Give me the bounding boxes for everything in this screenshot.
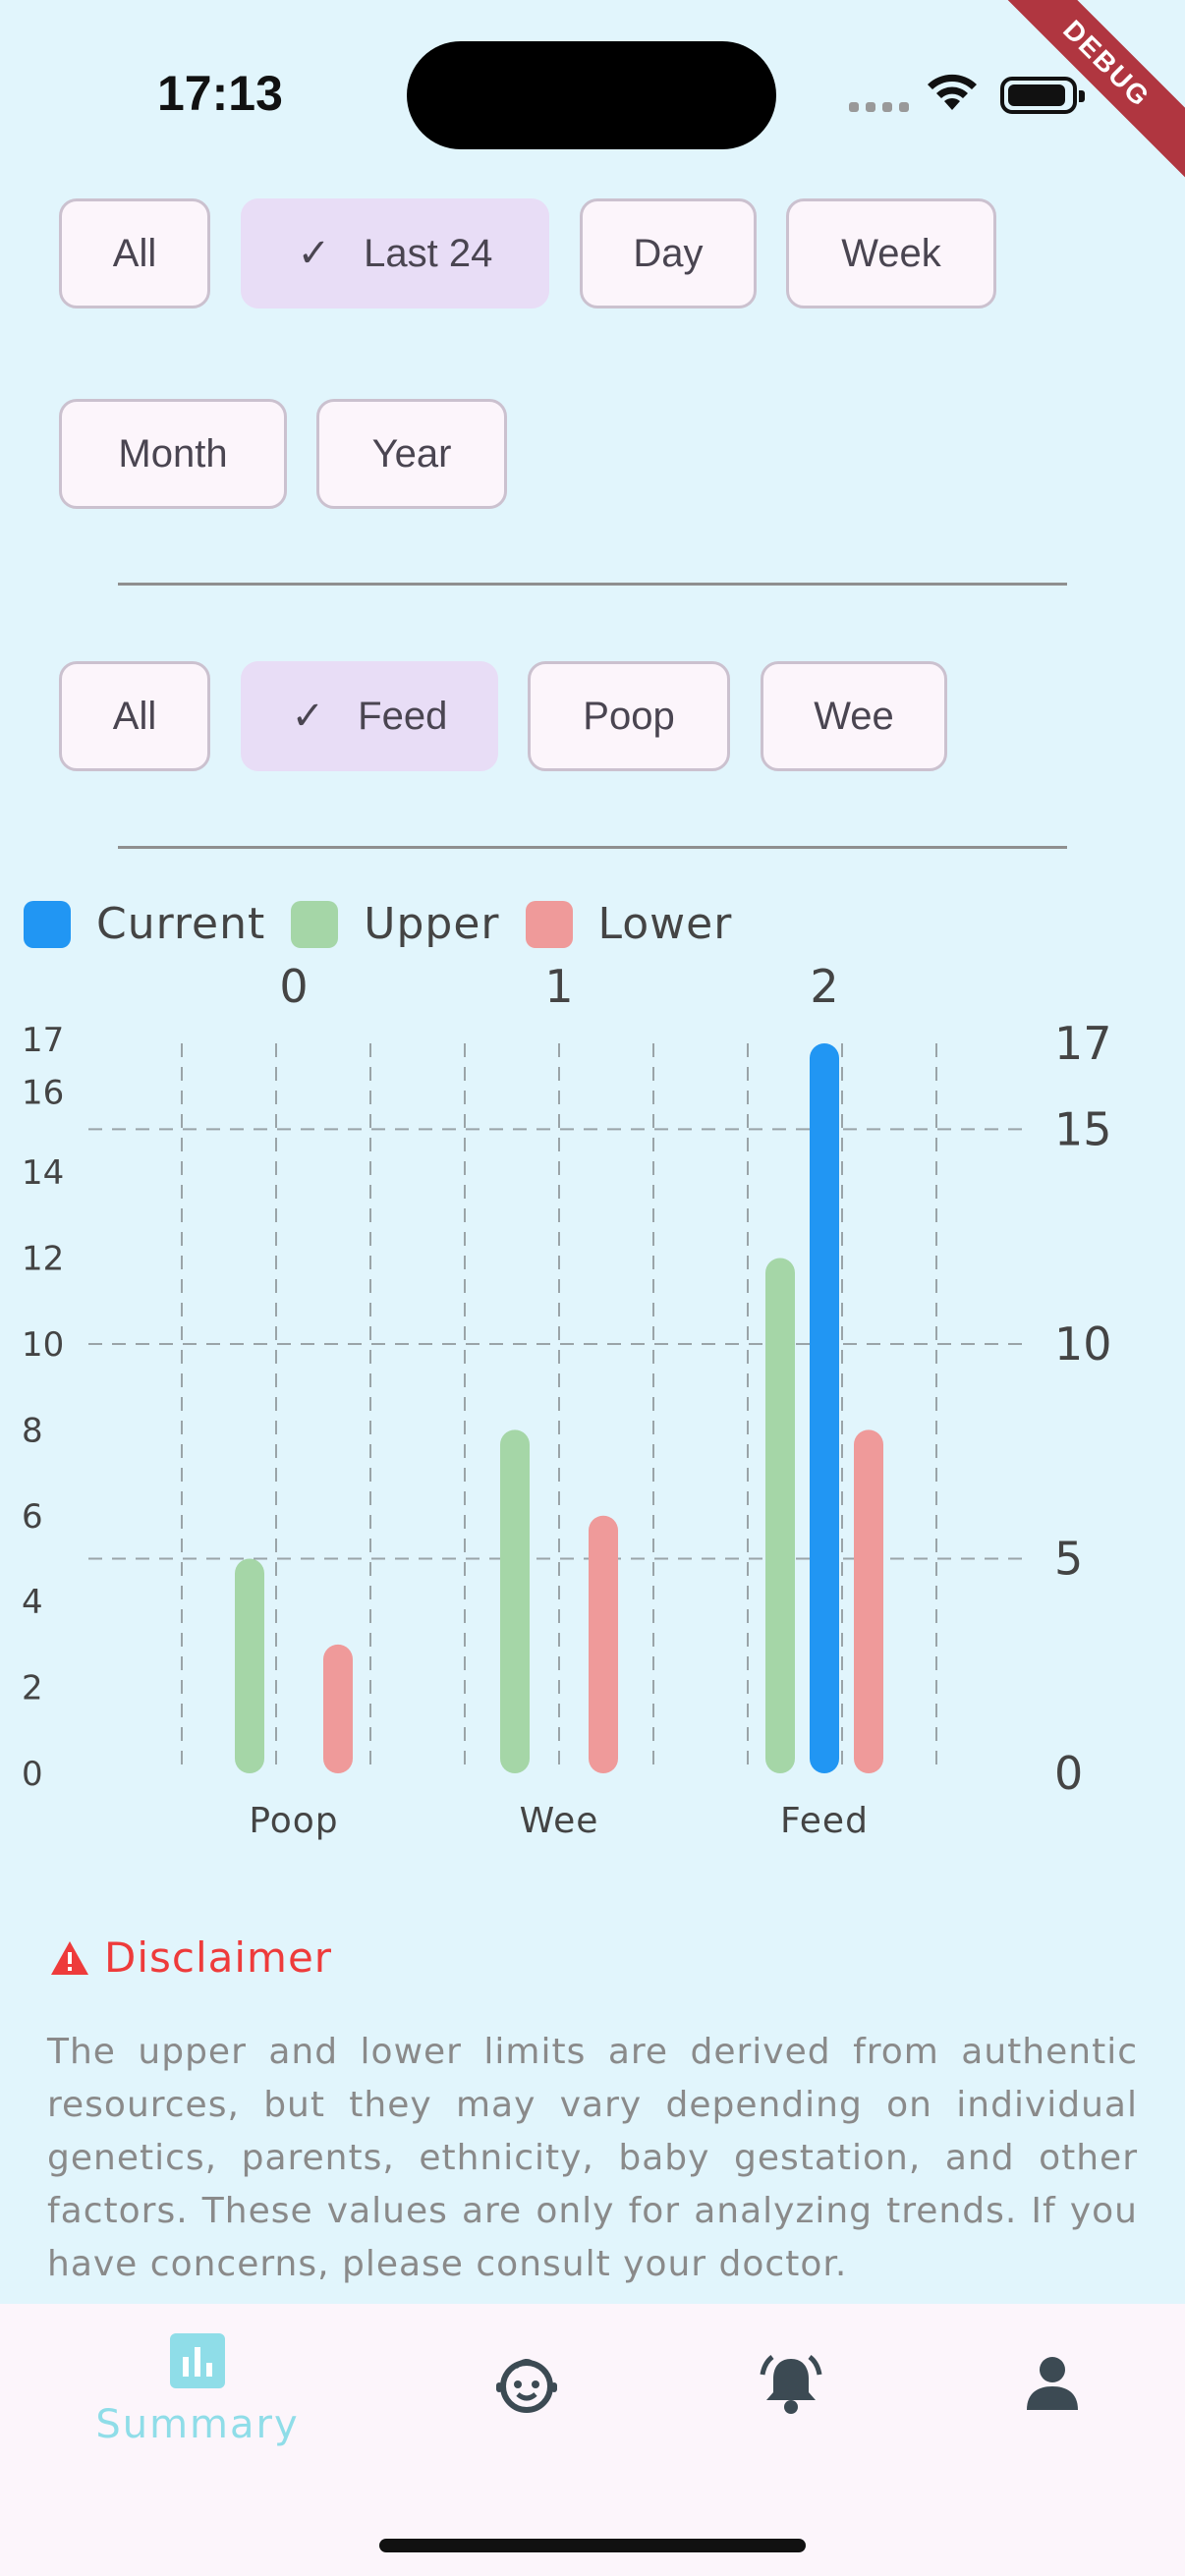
chip-label: Day — [633, 231, 704, 275]
disclaimer-heading: Disclaimer — [49, 1933, 332, 1982]
y-axis-right-tick: 5 — [1054, 1532, 1083, 1585]
y-axis-left-tick: 12 — [22, 1240, 64, 1279]
chip-label: Year — [371, 431, 452, 476]
filter-chip-time-month[interactable]: Month — [59, 399, 287, 509]
bar-upper-wee — [500, 1429, 530, 1773]
home-indicator — [379, 2539, 806, 2552]
nav-item-summary[interactable]: Summary — [95, 2333, 298, 2447]
bar-upper-feed — [765, 1258, 795, 1773]
chip-label: Last 24 — [364, 231, 493, 275]
warning-icon — [51, 1940, 88, 1975]
bar-upper-poop — [235, 1558, 264, 1773]
person-icon — [1027, 2357, 1078, 2410]
legend-swatch-upper — [291, 900, 339, 948]
disclaimer-text: The upper and lower limits are derived f… — [47, 2032, 1138, 2284]
baby-face-icon — [496, 2359, 557, 2413]
bar-lower-feed — [854, 1429, 883, 1773]
y-axis-left-tick: 17 — [22, 1021, 64, 1060]
y-axis-left-tick: 6 — [22, 1497, 43, 1537]
filter-chip-time-last-24[interactable]: ✓ Last 24 — [241, 198, 549, 308]
x-axis-category-label: Wee — [520, 1801, 599, 1841]
y-axis-left-tick: 16 — [22, 1074, 64, 1113]
disclaimer-title: Disclaimer — [104, 1933, 333, 1982]
check-icon: ✓ — [297, 232, 331, 275]
divider — [118, 583, 1067, 586]
y-axis-right-tick: 15 — [1054, 1102, 1112, 1155]
chip-label: Feed — [358, 694, 448, 738]
y-axis-right-tick: 17 — [1054, 1017, 1112, 1070]
filter-chip-type-poop[interactable]: Poop — [528, 661, 730, 771]
x-axis-top-tick: 1 — [544, 963, 573, 1013]
status-time: 17:13 — [157, 66, 283, 121]
bar-chart: 024681012141617051015170 1 2Poop Wee Feed — [22, 963, 1112, 1841]
filter-chip-time-week[interactable]: Week — [786, 198, 996, 308]
legend-label-current: Current — [96, 899, 266, 949]
x-axis-category-label: Feed — [780, 1801, 869, 1841]
nav-item-profile[interactable] — [954, 2355, 1151, 2410]
y-axis-left-tick: 10 — [22, 1325, 64, 1365]
x-axis-category-label: Poop — [249, 1801, 338, 1841]
nav-item-notifications[interactable] — [693, 2353, 889, 2416]
filter-chip-type-feed[interactable]: ✓ Feed — [241, 661, 498, 771]
cellular-signal-icon — [849, 102, 909, 112]
bell-icon — [760, 2355, 822, 2414]
chip-label: All — [112, 231, 157, 275]
y-axis-left-tick: 8 — [22, 1411, 43, 1450]
x-axis-top-tick: 2 — [810, 963, 838, 1013]
y-axis-left-tick: 2 — [22, 1669, 43, 1708]
wifi-icon — [928, 74, 977, 110]
chip-label: Wee — [814, 694, 894, 738]
y-axis-left-tick: 14 — [22, 1153, 64, 1193]
y-axis-right-tick: 0 — [1054, 1747, 1083, 1800]
filter-chip-time-all[interactable]: All — [59, 198, 210, 308]
bar-lower-poop — [323, 1644, 353, 1773]
dynamic-island — [407, 41, 776, 149]
nav-item-baby[interactable] — [428, 2355, 625, 2414]
legend-label-upper: Upper — [364, 899, 500, 949]
y-axis-left-tick: 4 — [22, 1583, 43, 1622]
chart-legend: Current Upper Lower — [24, 899, 758, 949]
check-icon: ✓ — [291, 695, 325, 738]
legend-swatch-current — [24, 900, 71, 948]
chip-label: Week — [841, 231, 941, 275]
nav-label-summary: Summary — [95, 2402, 300, 2447]
bar-chart-icon — [170, 2333, 225, 2388]
chip-label: Poop — [583, 694, 675, 738]
legend-label-lower: Lower — [597, 899, 733, 949]
bottom-navigation: Summary — [0, 2304, 1185, 2576]
bar-lower-wee — [589, 1515, 618, 1773]
x-axis-top-tick: 0 — [279, 963, 308, 1013]
y-axis-left-tick: 0 — [22, 1755, 43, 1794]
filter-chip-time-day[interactable]: Day — [580, 198, 757, 308]
divider — [118, 846, 1067, 849]
filter-chip-time-year[interactable]: Year — [316, 399, 507, 509]
y-axis-right-tick: 10 — [1054, 1317, 1112, 1371]
filter-chip-type-all[interactable]: All — [59, 661, 210, 771]
bar-current-feed — [810, 1043, 839, 1773]
legend-swatch-lower — [525, 900, 573, 948]
filter-chip-type-wee[interactable]: Wee — [761, 661, 947, 771]
chip-label: All — [112, 694, 157, 738]
battery-icon — [1000, 77, 1085, 114]
status-bar: 17:13 — [0, 0, 1185, 187]
chip-label: Month — [118, 431, 228, 476]
